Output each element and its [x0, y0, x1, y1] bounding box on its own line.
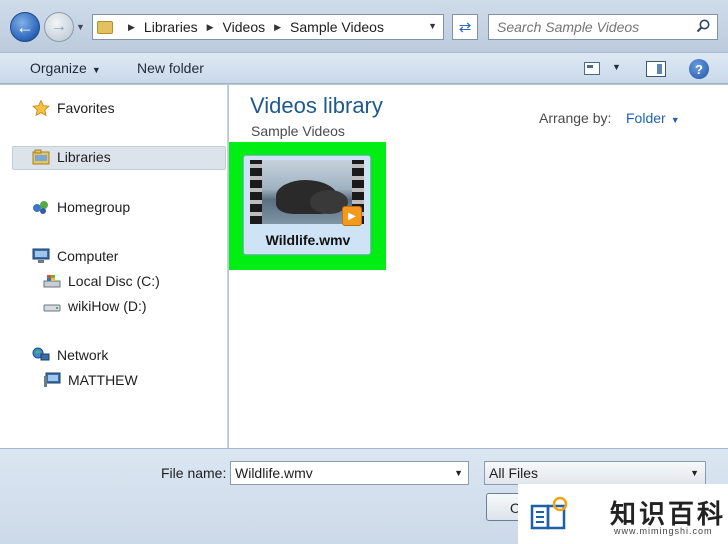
file-type-value: All Files [489, 465, 539, 481]
arrange-by-dropdown[interactable]: Folder ▼ [626, 110, 680, 126]
breadcrumb-videos[interactable]: Videos [223, 19, 266, 35]
nav-item-network[interactable]: Network [32, 347, 108, 363]
library-title: Videos library [250, 93, 383, 118]
change-view-icon[interactable] [584, 62, 600, 75]
nav-label: Libraries [57, 149, 111, 165]
media-player-icon: ▶ [342, 206, 362, 226]
nav-label: Local Disc (C:) [68, 273, 160, 289]
chevron-down-icon[interactable]: ▼ [454, 468, 463, 478]
file-name-label: Wildlife.wmv [265, 232, 351, 248]
new-folder-button[interactable]: New folder [137, 60, 204, 76]
nav-item-homegroup[interactable]: Homegroup [32, 199, 130, 215]
forward-button[interactable]: → [44, 12, 74, 42]
organize-button[interactable]: Organize ▼ [30, 60, 101, 76]
file-item[interactable]: ▶ Wildlife.wmv [243, 155, 371, 255]
view-options-dropdown-icon[interactable]: ▼ [612, 62, 621, 72]
breadcrumb-chevron-icon[interactable]: ▶ [207, 22, 214, 33]
nav-item-local-disc[interactable]: Local Disc (C:) [43, 273, 160, 289]
folder-icon [97, 20, 113, 34]
back-button[interactable]: ← [10, 12, 40, 42]
chevron-down-icon: ▼ [690, 468, 699, 478]
breadcrumb-chevron-icon[interactable]: ▶ [274, 22, 281, 33]
wildlife-preview-image [262, 160, 352, 224]
computer-icon [32, 248, 50, 264]
nav-label: Favorites [57, 100, 115, 116]
libraries-icon [32, 149, 50, 165]
forward-arrow-icon: → [51, 18, 67, 35]
homegroup-icon [32, 199, 50, 215]
nav-label: Computer [57, 248, 119, 264]
nav-label: Network [57, 347, 109, 363]
breadcrumb-sample-videos[interactable]: Sample Videos [290, 19, 384, 35]
refresh-button[interactable]: ⇄ [452, 14, 478, 40]
film-strip-icon [250, 160, 262, 224]
search-icon[interactable] [695, 18, 711, 34]
network-icon [32, 347, 50, 363]
nav-label: Homegroup [57, 199, 131, 215]
breadcrumb-chevron-icon[interactable]: ▶ [128, 22, 135, 33]
nav-item-libraries[interactable]: Libraries [32, 149, 111, 165]
drive-icon [43, 298, 61, 314]
address-bar: ← → ▼ ▶ Libraries ▶ Videos ▶ Sample Vide… [0, 0, 728, 52]
organize-label: Organize [30, 60, 87, 76]
nav-item-matthew[interactable]: MATTHEW [43, 372, 138, 388]
arrange-by-label: Arrange by: [539, 110, 612, 126]
nav-item-wikihow-drive[interactable]: wikiHow (D:) [43, 298, 147, 314]
search-input[interactable] [497, 19, 687, 35]
recent-pages-dropdown[interactable]: ▼ [76, 22, 85, 32]
highlight-annotation: ▶ Wildlife.wmv [229, 142, 386, 270]
file-list-pane[interactable]: Videos library Sample Videos Arrange by:… [229, 85, 728, 448]
preview-pane-icon[interactable] [646, 61, 666, 77]
back-arrow-icon: ← [16, 16, 34, 37]
nav-label: wikiHow (D:) [68, 298, 147, 314]
address-dropdown-icon[interactable]: ▼ [428, 21, 437, 31]
help-icon[interactable]: ? [689, 59, 709, 79]
local-disk-icon [43, 273, 61, 289]
search-box[interactable] [488, 14, 718, 40]
star-icon [32, 100, 50, 116]
chevron-down-icon: ▼ [91, 65, 101, 75]
library-subtitle: Sample Videos [251, 123, 345, 139]
nav-label: MATTHEW [68, 372, 138, 388]
breadcrumb[interactable]: ▶ Libraries ▶ Videos ▶ Sample Videos ▼ [92, 14, 444, 40]
breadcrumb-libraries[interactable]: Libraries [144, 19, 198, 35]
nav-item-computer[interactable]: Computer [32, 248, 118, 264]
book-lightbulb-icon [530, 496, 568, 530]
nav-item-favorites[interactable]: Favorites [32, 100, 115, 116]
watermark-logo: 知识百科 www.mimingshi.com [518, 484, 728, 544]
command-toolbar: Organize ▼ New folder ▼ ? [0, 52, 728, 84]
file-name-combobox[interactable]: ▼ [230, 461, 469, 485]
chevron-down-icon: ▼ [670, 115, 680, 125]
network-computer-icon [43, 372, 61, 388]
file-type-filter[interactable]: All Files ▼ [484, 461, 706, 485]
file-name-input[interactable] [235, 465, 445, 481]
arrange-by-value: Folder [626, 110, 666, 126]
file-name-field-label: File name: [161, 465, 227, 481]
refresh-icon: ⇄ [458, 19, 472, 36]
watermark-url: www.mimingshi.com [614, 526, 713, 536]
navigation-pane: Favorites Libraries Homegroup Computer L… [0, 85, 228, 448]
